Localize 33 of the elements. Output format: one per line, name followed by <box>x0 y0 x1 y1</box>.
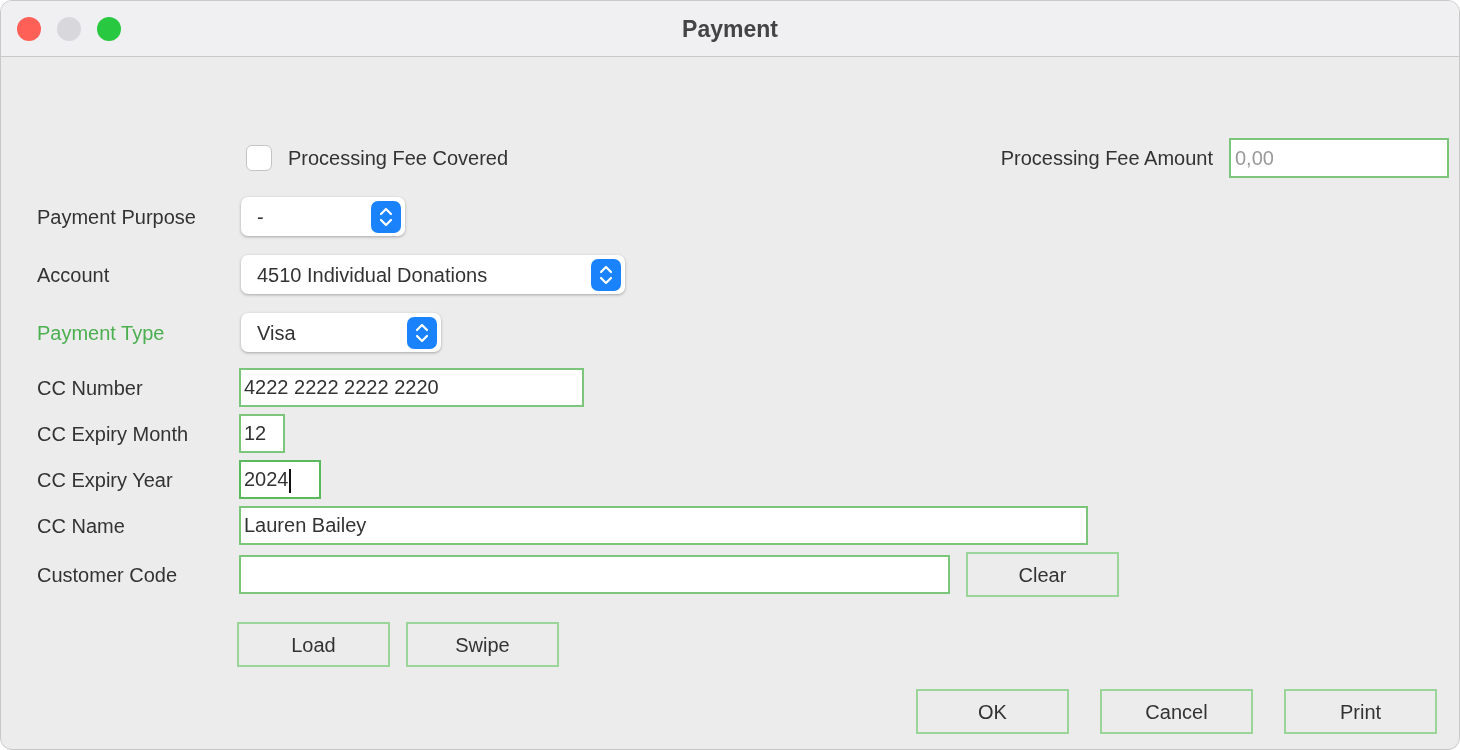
stepper-icon <box>591 258 621 291</box>
field-label: CC Name <box>37 513 126 539</box>
checkbox[interactable] <box>246 145 272 171</box>
field-label: Processing Fee Amount <box>1000 146 1213 171</box>
field-label: Customer Code <box>37 562 179 588</box>
clear-button[interactable]: Clear <box>966 552 1119 597</box>
minimize-button[interactable] <box>57 17 81 41</box>
action-button[interactable]: Swipe <box>406 622 559 667</box>
field-label: CC Expiry Year <box>37 467 174 493</box>
stepper-icon <box>407 316 437 349</box>
field-label: CC Number <box>37 375 144 401</box>
field-label: Payment Purpose <box>37 204 197 230</box>
field-label: Account <box>37 262 111 288</box>
dropdown[interactable]: 4510 Individual Donations <box>241 255 625 294</box>
zoom-button[interactable] <box>97 17 121 41</box>
stepper-icon <box>371 200 401 233</box>
action-button[interactable]: Load <box>237 622 390 667</box>
window-title: Payment <box>682 16 778 42</box>
dropdown[interactable]: Visa <box>241 313 441 352</box>
close-button[interactable] <box>17 17 41 41</box>
input-field[interactable]: 4222 2222 2222 2220 <box>239 368 584 407</box>
field-label: CC Expiry Month <box>37 421 190 447</box>
input-field[interactable]: 12 <box>239 414 285 453</box>
dropdown[interactable]: - <box>241 197 405 236</box>
fee-amount-field[interactable]: 0,00 <box>1229 138 1449 178</box>
dialog-button[interactable]: OK <box>916 689 1069 734</box>
dialog-button[interactable]: Cancel <box>1100 689 1253 734</box>
input-field[interactable] <box>239 555 950 594</box>
input-field[interactable]: 2024 <box>239 460 321 499</box>
field-label: Payment Type <box>37 320 166 346</box>
dialog-button[interactable]: Print <box>1284 689 1437 734</box>
checkbox-label: Processing Fee Covered <box>288 146 509 171</box>
input-field[interactable]: Lauren Bailey <box>239 506 1088 545</box>
